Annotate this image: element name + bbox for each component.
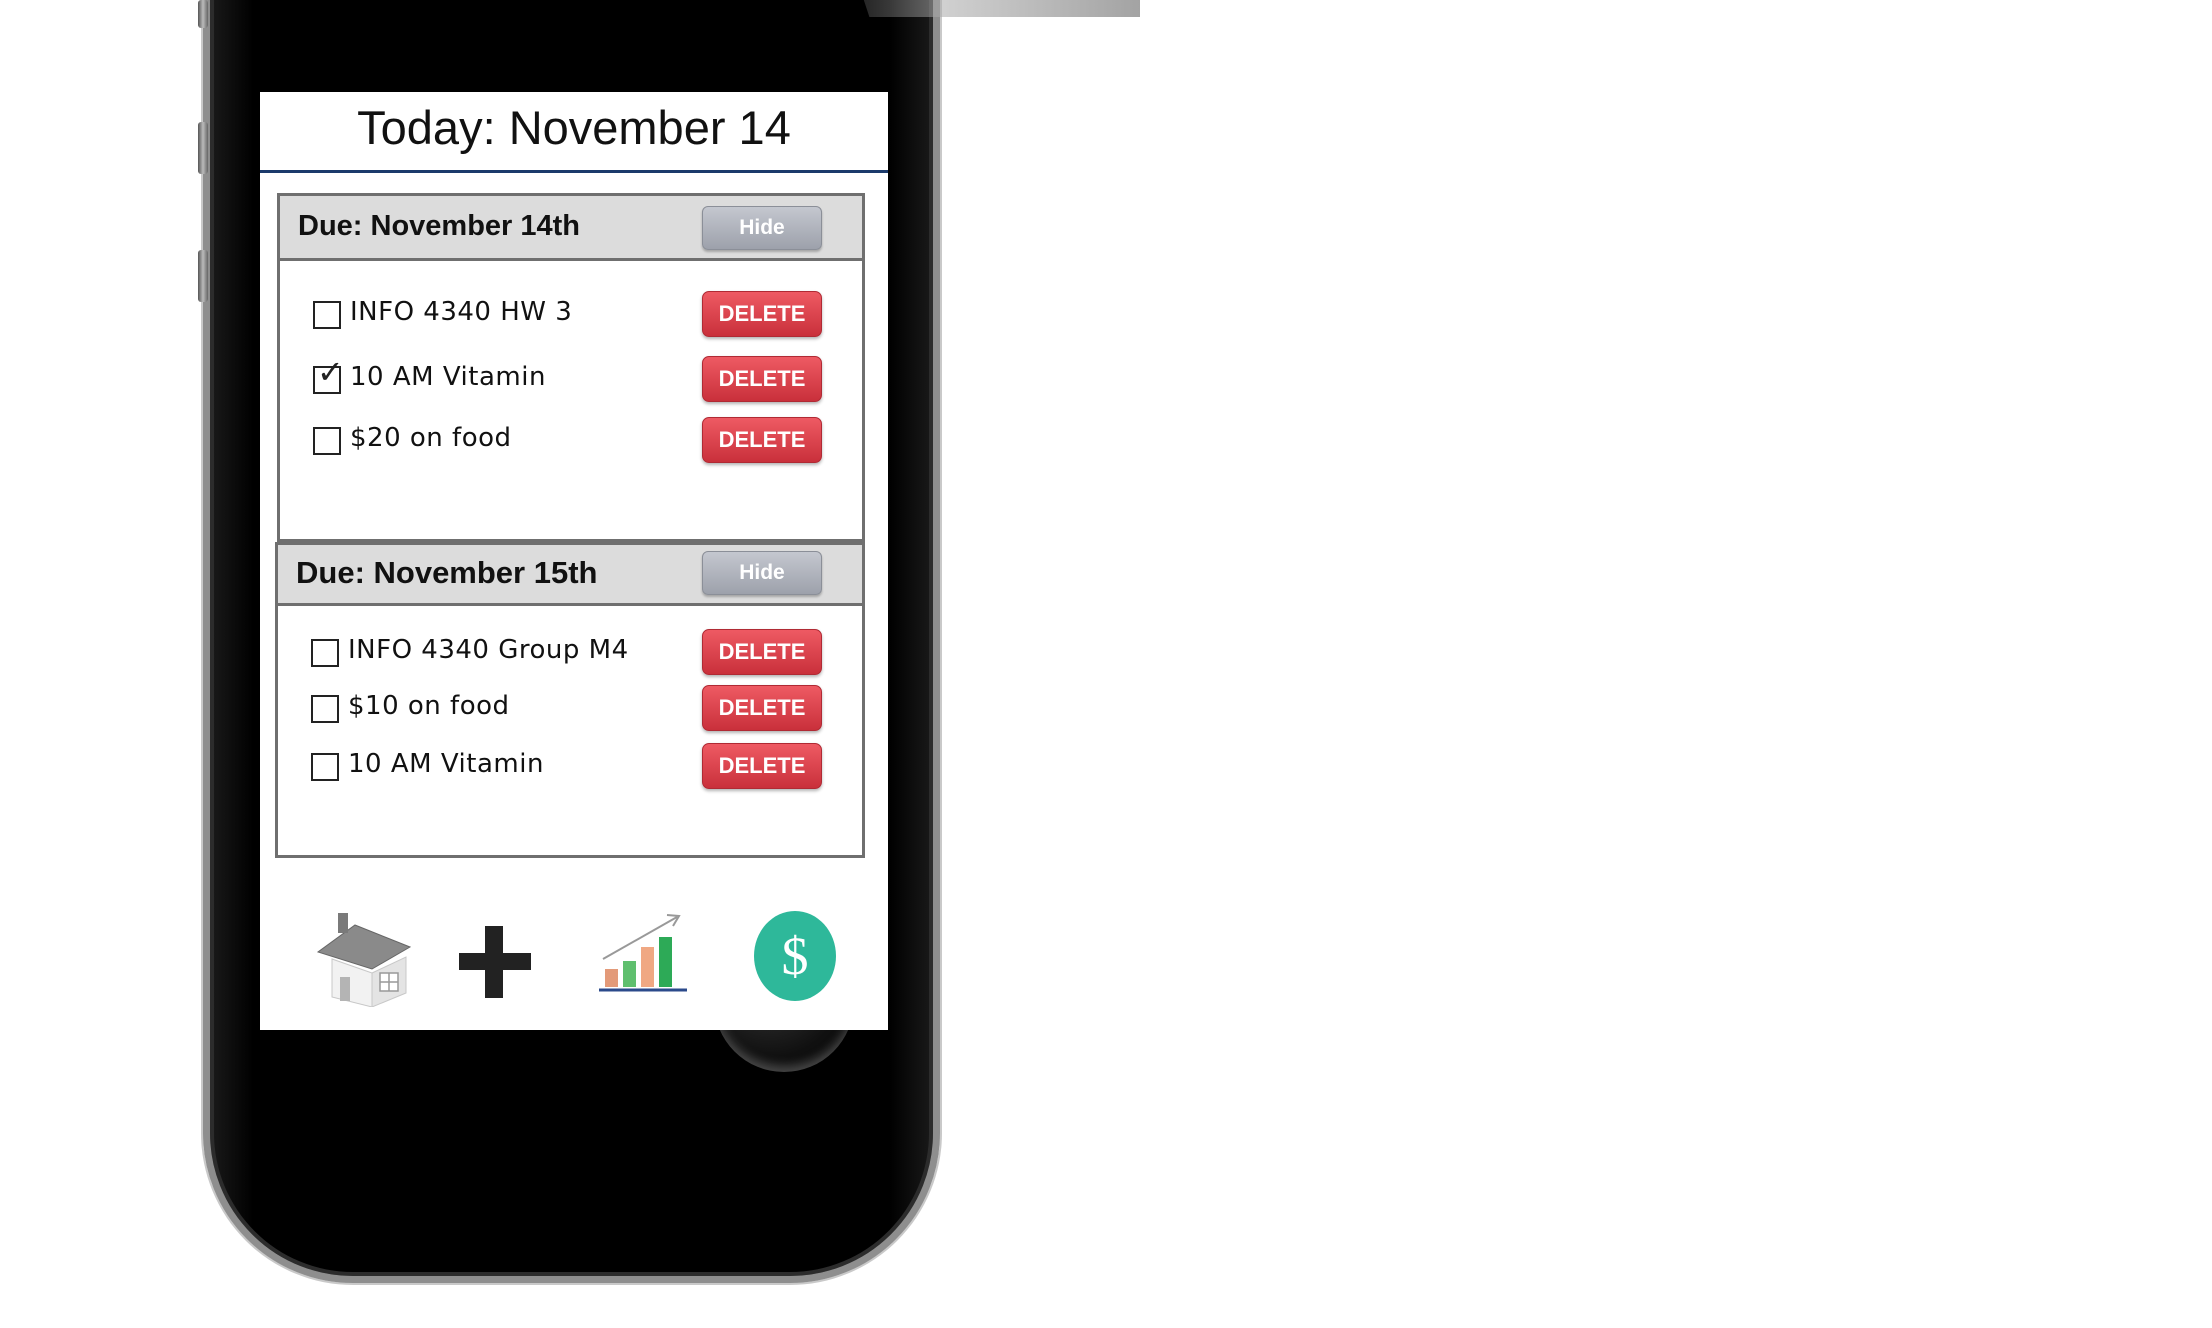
section-header: Due: November 15th Hide (278, 545, 862, 606)
plus-icon (459, 926, 531, 998)
task-item: $10 on food DELETE (278, 685, 862, 733)
task-checkbox[interactable] (311, 753, 339, 781)
task-label: $20 on food (350, 423, 512, 453)
task-checkbox[interactable] (313, 301, 341, 329)
volume-up-button[interactable] (198, 122, 208, 174)
section-heading: Due: November 15th (296, 555, 598, 590)
tab-add[interactable] (455, 922, 535, 1002)
section-heading: Due: November 14th (298, 210, 581, 242)
task-label: 10 AM Vitamin (348, 749, 544, 779)
home-icon (316, 913, 412, 1008)
task-item: INFO 4340 Group M4 DELETE (278, 629, 862, 677)
checkmark-icon: ✓ (317, 353, 344, 391)
screen-glare (810, 0, 1140, 17)
hide-button[interactable]: Hide (702, 551, 822, 595)
hide-button[interactable]: Hide (702, 206, 822, 250)
task-checkbox[interactable] (313, 427, 341, 455)
tab-home[interactable] (310, 907, 420, 1008)
delete-button[interactable]: DELETE (702, 417, 822, 463)
delete-button[interactable]: DELETE (702, 743, 822, 789)
mute-switch (198, 0, 208, 28)
section-header: Due: November 14th Hide (280, 196, 862, 261)
delete-button[interactable]: DELETE (702, 291, 822, 337)
task-label: INFO 4340 Group M4 (348, 635, 629, 665)
page-title: Today: November 14 (357, 101, 791, 154)
task-checkbox-checked[interactable]: ✓ (313, 354, 344, 394)
title-divider (260, 170, 888, 173)
task-checkbox[interactable] (311, 695, 339, 723)
task-label: 10 AM Vitamin (350, 362, 546, 392)
dollar-icon: $ (754, 911, 836, 1001)
task-item: 10 AM Vitamin DELETE (278, 743, 862, 791)
due-section-nov14: Due: November 14th Hide INFO 4340 HW 3 D… (277, 193, 865, 542)
tab-stats[interactable] (593, 907, 693, 997)
tab-money[interactable]: $ (753, 910, 837, 1002)
task-checkbox[interactable] (311, 639, 339, 667)
bar-chart-icon (599, 914, 687, 992)
task-item: ✓ 10 AM Vitamin DELETE (280, 354, 862, 404)
dollar-symbol: $ (782, 926, 809, 986)
due-section-nov15: Due: November 15th Hide INFO 4340 Group … (275, 542, 865, 858)
delete-button[interactable]: DELETE (702, 629, 822, 675)
volume-down-button[interactable] (198, 250, 208, 302)
task-item: $20 on food DELETE (280, 417, 862, 465)
delete-button[interactable]: DELETE (702, 356, 822, 402)
app-screen: Today: November 14 Due: November 14th Hi… (260, 92, 888, 1030)
task-item: INFO 4340 HW 3 DELETE (280, 291, 862, 339)
task-label: $10 on food (348, 691, 510, 721)
delete-button[interactable]: DELETE (702, 685, 822, 731)
task-label: INFO 4340 HW 3 (350, 297, 573, 327)
